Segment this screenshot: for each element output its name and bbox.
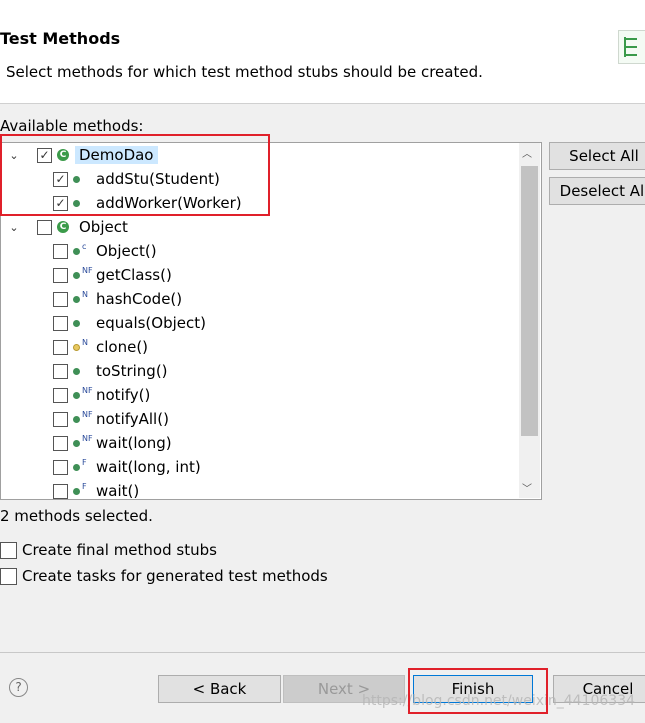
tree-method-item[interactable]: NF notify() <box>1 383 150 407</box>
tree-method-item[interactable]: Nclone() <box>1 335 148 359</box>
checkbox[interactable] <box>53 267 68 283</box>
tree-method-item[interactable]: c Object() <box>1 239 157 263</box>
modifier-icon: NF <box>82 410 93 419</box>
class-icon: C <box>57 221 69 233</box>
method-label: getClass() <box>96 266 172 284</box>
tree-method-item[interactable]: NF getClass() <box>1 263 172 287</box>
modifier-icon: NF <box>82 266 93 275</box>
public-method-icon <box>73 439 80 447</box>
public-method-icon <box>73 487 80 495</box>
method-label: toString() <box>96 362 168 380</box>
checkbox[interactable] <box>53 291 68 307</box>
protected-method-icon <box>73 343 80 351</box>
modifier-icon: c <box>82 242 87 251</box>
node-label: Object <box>79 218 128 236</box>
checkbox[interactable] <box>53 459 68 475</box>
tree-method-item[interactable]: Fwait() <box>1 479 140 500</box>
method-label: notify() <box>96 386 151 404</box>
separator <box>0 652 645 653</box>
public-method-icon <box>73 367 80 375</box>
public-method-icon <box>73 415 80 423</box>
checkbox[interactable] <box>53 315 68 331</box>
modifier-icon: NF <box>82 434 93 443</box>
method-label: wait() <box>96 482 140 500</box>
checkbox[interactable] <box>53 435 68 451</box>
tree-method-item[interactable]: NF notifyAll() <box>1 407 169 431</box>
highlight-box-finish <box>408 668 548 714</box>
deselect-all-button[interactable]: Deselect All <box>549 177 645 205</box>
help-icon[interactable]: ? <box>9 678 28 697</box>
method-label: equals(Object) <box>96 314 206 332</box>
scrollbar-thumb[interactable] <box>521 166 538 436</box>
chevron-down-icon[interactable]: ⌄ <box>7 221 21 234</box>
tree-class-node[interactable]: ⌄ C Object <box>1 215 128 239</box>
page-description: Select methods for which test method stu… <box>6 63 483 81</box>
wizard-banner-icon <box>618 30 645 64</box>
method-label: hashCode() <box>96 290 183 308</box>
option-final-stubs[interactable]: Create final method stubs <box>0 541 217 559</box>
method-label: wait(long) <box>96 434 172 452</box>
public-method-icon <box>73 319 80 327</box>
page-title: Test Methods <box>0 29 121 48</box>
scroll-down-icon[interactable]: ﹀ <box>522 480 532 495</box>
checkbox[interactable] <box>53 483 68 499</box>
modifier-icon: N <box>82 290 88 299</box>
public-method-icon <box>73 463 80 471</box>
option-label: Create tasks for generated test methods <box>22 567 328 585</box>
tree-method-item[interactable]: NhashCode() <box>1 287 182 311</box>
selection-status: 2 methods selected. <box>0 507 153 525</box>
checkbox[interactable] <box>0 567 17 585</box>
checkbox[interactable] <box>37 219 52 235</box>
header <box>0 0 645 104</box>
tree-method-item[interactable]: toString() <box>1 359 168 383</box>
checkbox[interactable] <box>53 339 68 355</box>
method-label: notifyAll() <box>96 410 169 428</box>
public-method-icon <box>73 295 80 303</box>
tree-method-item[interactable]: NF wait(long) <box>1 431 172 455</box>
checkbox[interactable] <box>0 541 17 559</box>
method-label: Object() <box>96 242 157 260</box>
method-label: clone() <box>96 338 149 356</box>
checkbox[interactable] <box>53 243 68 259</box>
back-button[interactable]: < Back <box>158 675 281 703</box>
checkbox[interactable] <box>53 363 68 379</box>
tree-method-item[interactable]: Fwait(long, int) <box>1 455 201 479</box>
method-label: wait(long, int) <box>96 458 201 476</box>
scroll-up-icon[interactable]: ︿ <box>522 145 532 160</box>
public-method-icon <box>73 391 80 399</box>
available-methods-label: Available methods: <box>0 117 144 135</box>
modifier-icon: N <box>82 338 88 347</box>
tree-method-item[interactable]: equals(Object) <box>1 311 206 335</box>
modifier-icon: F <box>82 458 87 467</box>
public-method-icon <box>73 271 80 279</box>
highlight-box-demodao <box>0 134 270 216</box>
option-create-tasks[interactable]: Create tasks for generated test methods <box>0 567 328 585</box>
select-all-button[interactable]: Select All <box>549 142 645 170</box>
checkbox[interactable] <box>53 387 68 403</box>
modifier-icon: F <box>82 482 87 491</box>
public-method-icon <box>73 247 80 255</box>
option-label: Create final method stubs <box>22 541 217 559</box>
modifier-icon: NF <box>82 386 93 395</box>
checkbox[interactable] <box>53 411 68 427</box>
